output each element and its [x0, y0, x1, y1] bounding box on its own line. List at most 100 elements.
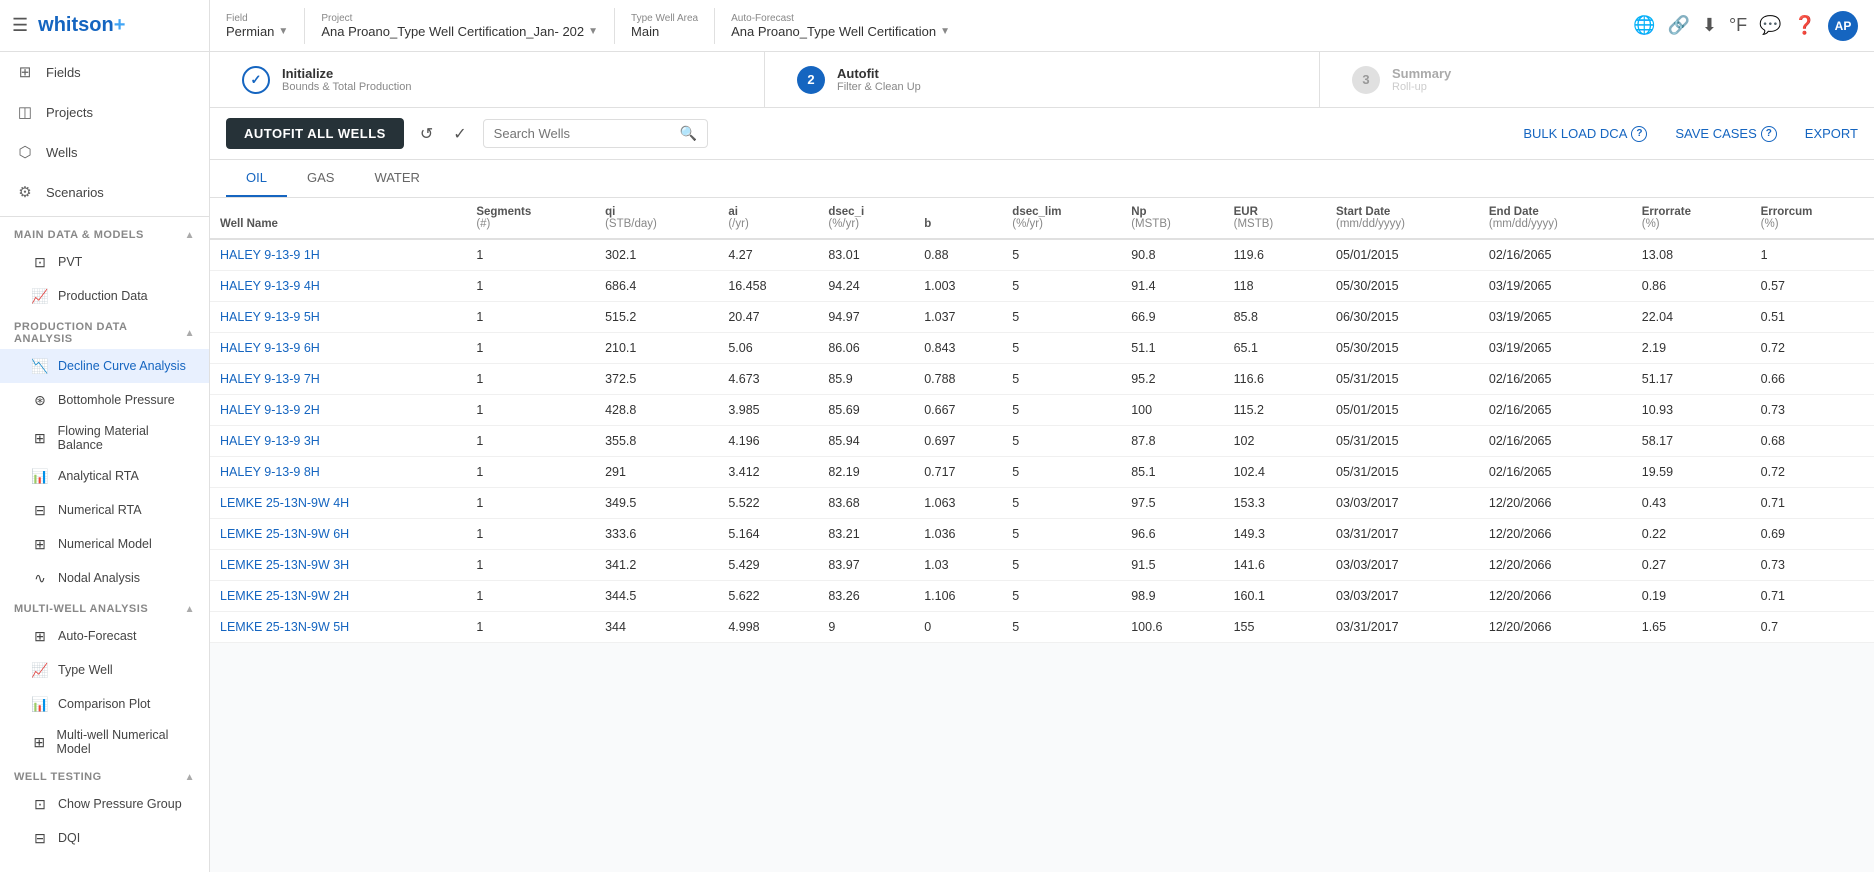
cell-error-rate: 19.59: [1632, 457, 1751, 488]
table-row[interactable]: LEMKE 25-13N-9W 5H 1 344 4.998 9 0 5 100…: [210, 612, 1874, 643]
globe-icon[interactable]: 🌐: [1633, 15, 1655, 36]
cell-dsec-i: 83.68: [818, 488, 914, 519]
sidebar-item-analytical-rta[interactable]: 📊 Analytical RTA: [0, 459, 209, 493]
wells-icon: ⬡: [14, 141, 36, 163]
cell-qi: 428.8: [595, 395, 718, 426]
chevron-icon: ▲: [185, 604, 195, 615]
cell-segments: 1: [466, 550, 595, 581]
chat-icon[interactable]: 💬: [1759, 15, 1781, 36]
sidebar-item-comparison-plot[interactable]: 📊 Comparison Plot: [0, 687, 209, 721]
cell-ai: 4.196: [718, 426, 818, 457]
link-icon[interactable]: 🔗: [1667, 15, 1689, 36]
project-label: Project: [321, 13, 598, 24]
cell-error-rate: 1.65: [1632, 612, 1751, 643]
sidebar-item-label: Multi-well Numerical Model: [57, 728, 195, 756]
cell-dsec-i: 9: [818, 612, 914, 643]
cell-error-rate: 2.19: [1632, 333, 1751, 364]
sidebar-item-chow-pressure-group[interactable]: ⊡ Chow Pressure Group: [0, 787, 209, 821]
sidebar-item-scenarios[interactable]: ⚙ Scenarios: [0, 172, 209, 212]
cell-error-cum: 0.66: [1751, 364, 1874, 395]
sidebar-item-type-well[interactable]: 📈 Type Well: [0, 653, 209, 687]
step-autofit[interactable]: 2 Autofit Filter & Clean Up: [765, 52, 1320, 107]
step-summary[interactable]: 3 Summary Roll-up: [1320, 52, 1874, 107]
sidebar-item-bottomhole-pressure[interactable]: ⊛ Bottomhole Pressure: [0, 383, 209, 417]
col-header-end-date: End Date (mm/dd/yyyy): [1479, 198, 1632, 239]
sidebar-item-wells[interactable]: ⬡ Wells: [0, 132, 209, 172]
sidebar-item-projects[interactable]: ◫ Projects: [0, 92, 209, 132]
tabs: OIL GAS WATER: [210, 160, 1874, 198]
cell-eur: 160.1: [1224, 581, 1326, 612]
chevron-icon: ▲: [185, 772, 195, 783]
sidebar-item-auto-forecast[interactable]: ⊞ Auto-Forecast: [0, 619, 209, 653]
sidebar-item-decline-curve-analysis[interactable]: 📉 Decline Curve Analysis: [0, 349, 209, 383]
user-avatar[interactable]: AP: [1828, 11, 1858, 41]
save-cases-button[interactable]: SAVE CASES ?: [1675, 126, 1776, 142]
download-icon[interactable]: ⬇: [1702, 15, 1717, 36]
comparison-plot-icon: 📊: [30, 694, 50, 714]
sidebar-item-label: Production Data: [58, 289, 148, 303]
cell-eur: 65.1: [1224, 333, 1326, 364]
field-value[interactable]: Permian ▼: [226, 24, 288, 39]
sidebar-item-multi-well-numerical[interactable]: ⊞ Multi-well Numerical Model: [0, 721, 209, 763]
project-value[interactable]: Ana Proano_Type Well Certification_Jan- …: [321, 24, 598, 39]
sidebar-item-dqi[interactable]: ⊟ DQI: [0, 821, 209, 855]
main-content: Field Permian ▼ Project Ana Proano_Type …: [210, 0, 1874, 872]
cell-dsec-i: 83.26: [818, 581, 914, 612]
help-icon[interactable]: ❓: [1794, 15, 1816, 36]
auto-forecast-label: Auto-Forecast: [731, 13, 950, 24]
cell-segments: 1: [466, 364, 595, 395]
cell-end-date: 02/16/2065: [1479, 426, 1632, 457]
table-row[interactable]: LEMKE 25-13N-9W 2H 1 344.5 5.622 83.26 1…: [210, 581, 1874, 612]
bulk-load-dca-button[interactable]: BULK LOAD DCA ?: [1523, 126, 1647, 142]
cell-end-date: 02/16/2065: [1479, 457, 1632, 488]
cell-b: 0.667: [914, 395, 1002, 426]
sidebar-item-fields[interactable]: ⊞ Fields: [0, 52, 209, 92]
export-button[interactable]: EXPORT: [1805, 126, 1858, 141]
table-row[interactable]: HALEY 9-13-9 1H 1 302.1 4.27 83.01 0.88 …: [210, 239, 1874, 271]
cell-qi: 344.5: [595, 581, 718, 612]
table-row[interactable]: HALEY 9-13-9 8H 1 291 3.412 82.19 0.717 …: [210, 457, 1874, 488]
cell-eur: 155: [1224, 612, 1326, 643]
sidebar-item-production-data[interactable]: 📈 Production Data: [0, 279, 209, 313]
step-title-summary: Summary: [1392, 66, 1451, 81]
check-icon-button[interactable]: ✓: [449, 120, 470, 148]
sidebar-item-label: Scenarios: [46, 185, 195, 200]
search-input[interactable]: [494, 126, 674, 141]
table-row[interactable]: LEMKE 25-13N-9W 6H 1 333.6 5.164 83.21 1…: [210, 519, 1874, 550]
table-row[interactable]: HALEY 9-13-9 5H 1 515.2 20.47 94.97 1.03…: [210, 302, 1874, 333]
tab-water[interactable]: WATER: [354, 160, 440, 197]
step-subtitle-summary: Roll-up: [1392, 81, 1451, 93]
sidebar-item-numerical-model[interactable]: ⊞ Numerical Model: [0, 527, 209, 561]
topbar-project: Project Ana Proano_Type Well Certificati…: [321, 13, 598, 39]
tab-gas[interactable]: GAS: [287, 160, 354, 197]
table-row[interactable]: LEMKE 25-13N-9W 3H 1 341.2 5.429 83.97 1…: [210, 550, 1874, 581]
cell-ai: 5.522: [718, 488, 818, 519]
sidebar-item-flowing-material-balance[interactable]: ⊞ Flowing Material Balance: [0, 417, 209, 459]
cell-dsec-lim: 5: [1002, 364, 1121, 395]
sidebar-item-nodal-analysis[interactable]: ∿ Nodal Analysis: [0, 561, 209, 595]
table-row[interactable]: LEMKE 25-13N-9W 4H 1 349.5 5.522 83.68 1…: [210, 488, 1874, 519]
table-row[interactable]: HALEY 9-13-9 2H 1 428.8 3.985 85.69 0.66…: [210, 395, 1874, 426]
sidebar-item-pvt[interactable]: ⊡ PVT: [0, 245, 209, 279]
auto-forecast-value[interactable]: Ana Proano_Type Well Certification ▼: [731, 24, 950, 39]
cell-error-cum: 0.51: [1751, 302, 1874, 333]
tab-oil[interactable]: OIL: [226, 160, 287, 197]
table-row[interactable]: HALEY 9-13-9 7H 1 372.5 4.673 85.9 0.788…: [210, 364, 1874, 395]
step-bar: ✓ Initialize Bounds & Total Production 2…: [210, 52, 1874, 108]
autofit-all-wells-button[interactable]: AUTOFIT ALL WELLS: [226, 118, 404, 149]
hamburger-menu[interactable]: ☰: [12, 15, 28, 36]
sidebar-item-numerical-rta[interactable]: ⊟ Numerical RTA: [0, 493, 209, 527]
sidebar: ☰ whitson+ ⊞ Fields ◫ Projects ⬡ Wells ⚙…: [0, 0, 210, 872]
table-row[interactable]: HALEY 9-13-9 6H 1 210.1 5.06 86.06 0.843…: [210, 333, 1874, 364]
cell-dsec-i: 94.24: [818, 271, 914, 302]
step-initialize[interactable]: ✓ Initialize Bounds & Total Production: [210, 52, 765, 107]
scenarios-icon: ⚙: [14, 181, 36, 203]
cell-ai: 4.673: [718, 364, 818, 395]
cell-ai: 3.412: [718, 457, 818, 488]
temperature-icon[interactable]: °F: [1729, 15, 1747, 36]
divider: [0, 216, 209, 217]
table-row[interactable]: HALEY 9-13-9 4H 1 686.4 16.458 94.24 1.0…: [210, 271, 1874, 302]
dqi-icon: ⊟: [30, 828, 50, 848]
table-row[interactable]: HALEY 9-13-9 3H 1 355.8 4.196 85.94 0.69…: [210, 426, 1874, 457]
refresh-icon-button[interactable]: ↺: [416, 120, 437, 148]
